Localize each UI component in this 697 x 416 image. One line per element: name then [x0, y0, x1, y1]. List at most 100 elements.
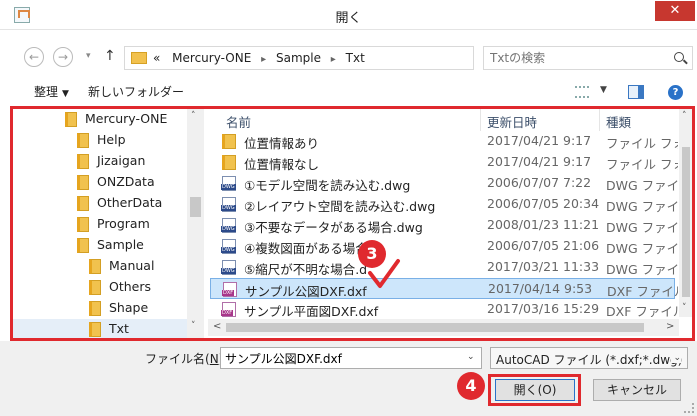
tree-item-program[interactable]: Program — [13, 214, 193, 235]
tree-item-others[interactable]: Others — [13, 277, 193, 298]
file-row[interactable]: ⑤縮尺が不明な場合.d 2017/03/21 11:33 DWG ファイル — [210, 257, 678, 278]
address-path-box[interactable]: « Mercury-ONE ▸ Sample ▸ Txt ⌄ ↻ — [124, 46, 588, 70]
preview-pane-icon[interactable] — [628, 85, 644, 99]
tree-item-label: Help — [97, 132, 126, 147]
column-header-name[interactable]: 名前 — [226, 112, 251, 131]
column-divider[interactable] — [480, 109, 481, 131]
search-icon[interactable] — [674, 52, 684, 62]
tree-item-onzdata[interactable]: ONZData — [13, 172, 193, 193]
filename-input[interactable] — [225, 350, 450, 366]
file-type: DWG ファイル — [606, 262, 678, 277]
file-modified: 2006/07/05 21:06 — [487, 238, 600, 253]
breadcrumb-mercury-one[interactable]: Mercury-ONE — [172, 51, 251, 65]
file-row[interactable]: ①モデル空間を読み込む.dwg 2006/07/07 7:22 DWG ファイル — [210, 173, 678, 194]
tree-item-shape[interactable]: Shape — [13, 298, 193, 319]
filename-combo[interactable]: ⌄ — [220, 347, 482, 369]
open-button[interactable]: 開く(O) — [495, 379, 575, 401]
cancel-button[interactable]: キャンセル — [593, 379, 681, 401]
file-type: DWG ファイル — [606, 178, 678, 193]
resize-grip-icon[interactable] — [684, 403, 694, 413]
tree-item-sample[interactable]: Sample — [13, 235, 193, 256]
file-row-selected[interactable]: サンプル公図DXF.dxf 2017/04/14 9:53 DXF ファイル — [210, 278, 678, 299]
folder-icon — [89, 322, 101, 337]
scroll-up-icon[interactable]: ˄ — [682, 111, 687, 121]
file-type-filter-select[interactable]: AutoCAD ファイル (*.dxf;*.dwg) ⌄ — [490, 347, 688, 369]
dwg-file-icon — [221, 260, 236, 275]
file-modified: 2006/07/05 20:34 — [487, 196, 600, 211]
address-bar: ← → ▾ ↑ « Mercury-ONE ▸ Sample ▸ Txt ⌄ ↻ — [0, 44, 697, 72]
scroll-down-icon[interactable]: ˅ — [682, 303, 687, 313]
file-row[interactable]: ④複数図面がある場合 2006/07/05 21:06 DWG ファイル — [210, 236, 678, 257]
file-row[interactable]: ③不要なデータがある場合.dwg 2008/01/23 11:21 DWG ファ… — [210, 215, 678, 236]
breadcrumb-sample[interactable]: Sample — [276, 51, 321, 65]
dxf-file-icon — [221, 302, 236, 317]
file-list-vertical-scrollbar[interactable]: ˄ ˅ — [679, 109, 693, 317]
view-options-icon[interactable] — [575, 86, 589, 98]
file-modified: 2006/07/07 7:22 — [487, 175, 592, 190]
help-icon[interactable]: ? — [668, 85, 683, 100]
file-name: ⑤縮尺が不明な場合.d — [244, 262, 368, 277]
file-name: 位置情報あり — [244, 136, 320, 151]
tree-item-txt[interactable]: Txt — [13, 319, 193, 338]
folder-icon — [65, 112, 77, 127]
folder-icon — [77, 196, 89, 211]
scroll-up-icon[interactable]: ˄ — [191, 111, 196, 121]
view-dropdown-icon[interactable]: ▼ — [600, 85, 607, 95]
breadcrumb-separator-icon[interactable]: ▸ — [331, 54, 336, 65]
search-input[interactable] — [490, 50, 660, 66]
filename-label-access-key: N — [209, 352, 219, 366]
tree-item-label: OtherData — [97, 195, 163, 210]
tree-item-otherdata[interactable]: OtherData — [13, 193, 193, 214]
scroll-right-icon[interactable]: > — [666, 321, 674, 332]
organize-label: 整理 — [34, 85, 59, 99]
folder-icon — [77, 238, 89, 253]
horizontal-scroll-thumb[interactable] — [226, 323, 644, 332]
tree-item-label: Others — [109, 279, 152, 294]
new-folder-button[interactable]: 新しいフォルダー — [88, 83, 184, 100]
column-divider[interactable] — [599, 109, 600, 131]
file-name: ①モデル空間を読み込む.dwg — [244, 178, 411, 193]
breadcrumb-txt[interactable]: Txt — [346, 51, 365, 65]
column-header-modified[interactable]: 更新日時 — [487, 112, 537, 131]
chevron-down-icon[interactable]: ⌄ — [467, 352, 475, 362]
dwg-file-icon — [221, 218, 236, 233]
close-button[interactable]: ✕ — [655, 1, 695, 21]
tree-item-mercury-one[interactable]: Mercury-ONE — [13, 109, 193, 130]
file-name: ③不要なデータがある場合.dwg — [244, 220, 423, 235]
tree-item-jizaigan[interactable]: Jizaigan — [13, 151, 193, 172]
chevron-down-icon[interactable]: ⌄ — [671, 353, 681, 363]
file-type: DWG ファイル — [606, 241, 678, 256]
back-button[interactable]: ← — [24, 47, 44, 67]
file-row[interactable]: サンプル平面図DXF.dxf 2017/03/16 15:29 DXF ファイル — [210, 299, 678, 317]
filename-label: ファイル名(N): — [145, 350, 227, 367]
forward-button[interactable]: → — [53, 47, 73, 67]
up-folder-button[interactable]: ↑ — [104, 48, 116, 64]
breadcrumb-separator-icon[interactable]: ▸ — [261, 54, 266, 65]
file-modified: 2017/04/21 9:17 — [487, 154, 592, 169]
file-type: DXF ファイル — [606, 304, 678, 317]
tree-scroll-thumb[interactable] — [190, 197, 201, 217]
recent-locations-dropdown[interactable]: ▾ — [86, 51, 91, 61]
tree-item-label: ONZData — [97, 174, 155, 189]
scroll-down-icon[interactable]: ˅ — [191, 321, 196, 331]
file-row[interactable]: ②レイアウト空間を読み込む.dwg 2006/07/05 20:34 DWG フ… — [210, 194, 678, 215]
column-header-type[interactable]: 種類 — [606, 112, 631, 131]
file-modified: 2008/01/23 11:21 — [487, 217, 600, 232]
file-row[interactable]: 位置情報あり 2017/04/21 9:17 ファイル フォルダー — [210, 131, 678, 152]
organize-menu[interactable]: 整理 ▼ — [34, 83, 69, 100]
search-box[interactable] — [483, 46, 693, 70]
tree-item-help[interactable]: Help — [13, 130, 193, 151]
file-list-scroll-thumb[interactable] — [682, 147, 690, 297]
file-name: 位置情報なし — [244, 157, 320, 172]
breadcrumb-overflow[interactable]: « — [153, 51, 160, 65]
file-name: ②レイアウト空間を読み込む.dwg — [244, 199, 436, 214]
tree-item-label: Shape — [109, 300, 149, 315]
sort-indicator-icon: ˆ — [657, 109, 662, 116]
scroll-left-icon[interactable]: < — [213, 321, 221, 332]
file-row[interactable]: 位置情報なし 2017/04/21 9:17 ファイル フォルダー — [210, 152, 678, 173]
file-type: ファイル フォルダー — [606, 136, 678, 151]
file-list-horizontal-scrollbar[interactable]: < > — [208, 319, 679, 336]
tree-item-manual[interactable]: Manual — [13, 256, 193, 277]
file-modified: 2017/03/16 15:29 — [487, 301, 600, 316]
tree-scrollbar[interactable]: ˄ ˅ — [187, 109, 204, 338]
